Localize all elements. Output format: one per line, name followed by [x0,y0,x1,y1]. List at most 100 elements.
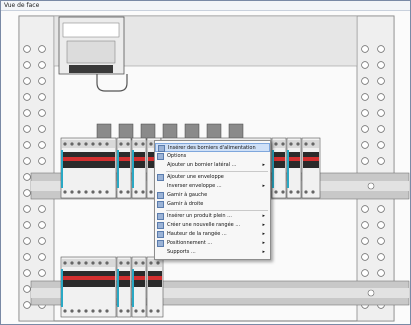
mounting-hole [23,237,31,245]
mounting-hole [23,221,31,229]
mounting-hole [23,141,31,149]
mounting-hole [38,253,46,261]
submenu-arrow-icon: ▸ [262,183,265,189]
mounting-hole [38,45,46,53]
submenu-arrow-icon: ▸ [262,222,265,228]
product-icon [157,213,164,220]
mounting-hole [377,45,385,53]
context-menu-item[interactable]: Positionnement ... ▸ [155,239,270,248]
mounting-hole [377,109,385,117]
context-menu-item[interactable]: Garnir à droite [155,200,270,209]
mounting-hole [23,45,31,53]
rail-screw [367,182,375,190]
context-menu-item-label: Ajouter un bornier latéral ... [167,162,237,168]
context-menu-item-label: Inverser enveloppe ... [167,183,222,189]
context-menu-item[interactable]: Créer une nouvelle rangée ... ▸ [155,221,270,230]
mounting-hole [361,157,369,165]
context-menu-item[interactable]: Ajouter un bornier latéral ... ▸ [155,161,270,170]
context-menu-item[interactable]: Hauteur de la rangée ... ▸ [155,230,270,239]
mounting-hole [377,141,385,149]
mounting-hole [361,221,369,229]
terminal-cap [206,123,222,141]
context-menu-item[interactable]: Inverser enveloppe ... ▸ [155,182,270,191]
circuit-breaker-module[interactable] [146,256,164,318]
mounting-hole [23,205,31,213]
envelope-icon [157,174,164,181]
rail-screw-bottom [367,289,375,297]
terminal-cap [118,123,134,141]
context-menu-item[interactable]: Supports ... ▸ [155,248,270,257]
context-menu-item-label: Options [167,153,187,159]
circuit-breaker-module[interactable] [60,137,117,199]
context-menu-item[interactable]: Ajouter une enveloppe [155,173,270,182]
circuit-breaker-module[interactable] [131,256,147,318]
mounting-hole [23,109,31,117]
front-view-window: Vue de face Insérer des borniers d'alime… [0,0,411,325]
mounting-hole [361,237,369,245]
mounting-hole [23,125,31,133]
terminal-cap [228,123,244,141]
mounting-hole [361,109,369,117]
mounting-hole [23,301,31,309]
context-menu-item-label: Garnir à gauche [167,192,208,198]
mounting-hole [377,221,385,229]
circuit-breaker-module[interactable] [116,256,132,318]
mounting-hole [377,269,385,277]
circuit-breaker-module[interactable] [286,137,302,199]
mounting-hole [38,141,46,149]
submenu-arrow-icon: ▸ [262,162,265,168]
context-menu-item[interactable]: Options [155,152,270,161]
mounting-hole [23,269,31,277]
mounting-hole [38,93,46,101]
context-menu-item-label: Insérer un produit plein ... [167,213,232,219]
mounting-hole [377,157,385,165]
mounting-hole [38,221,46,229]
mounting-hole [38,125,46,133]
mounting-hole [377,125,385,133]
circuit-breaker-module[interactable] [60,256,117,318]
context-menu-item[interactable]: Insérer un produit plein ... ▸ [155,212,270,221]
mounting-hole [38,269,46,277]
mounting-hole [361,45,369,53]
blank-icon [157,249,164,256]
context-menu-item-label: Ajouter une enveloppe [167,174,224,180]
mounting-hole [23,253,31,261]
context-menu-item[interactable]: Garnir à gauche [155,191,270,200]
position-icon [157,240,164,247]
mounting-hole [361,61,369,69]
circuit-breaker-module[interactable] [116,137,132,199]
mounting-hole [38,157,46,165]
context-menu-item[interactable]: Insérer des borniers d'alimentation [155,143,270,152]
blank-icon [157,162,164,169]
mounting-hole [361,269,369,277]
context-menu-item-label: Garnir à droite [167,201,204,207]
mounting-hole [377,93,385,101]
context-menu-item-label: Supports ... [167,249,196,255]
circuit-breaker-module[interactable] [271,137,287,199]
context-menu: Insérer des borniers d'alimentation Optio… [154,140,271,260]
right-icon [157,201,164,208]
mounting-hole [377,253,385,261]
blank-icon [157,183,164,190]
submenu-arrow-icon: ▸ [262,213,265,219]
mounting-hole [361,253,369,261]
mounting-hole [38,61,46,69]
mounting-hole [361,141,369,149]
circuit-breaker-module[interactable] [131,137,147,199]
menu-separator [166,171,268,172]
mounting-hole [23,189,31,197]
mounting-hole [361,125,369,133]
context-menu-item-label: Créer une nouvelle rangée ... [167,222,241,228]
bornier-icon [158,145,165,152]
terminal-cap [140,123,156,141]
submenu-arrow-icon: ▸ [262,231,265,237]
breaker-row-2 [60,256,164,318]
mounting-hole [38,237,46,245]
circuit-breaker-module[interactable] [301,137,321,199]
mounting-hole [38,109,46,117]
mounting-hole [377,77,385,85]
submenu-arrow-icon: ▸ [262,249,265,255]
mounting-hole [23,77,31,85]
context-menu-item-label: Hauteur de la rangée ... [167,231,227,237]
mounting-hole [23,61,31,69]
